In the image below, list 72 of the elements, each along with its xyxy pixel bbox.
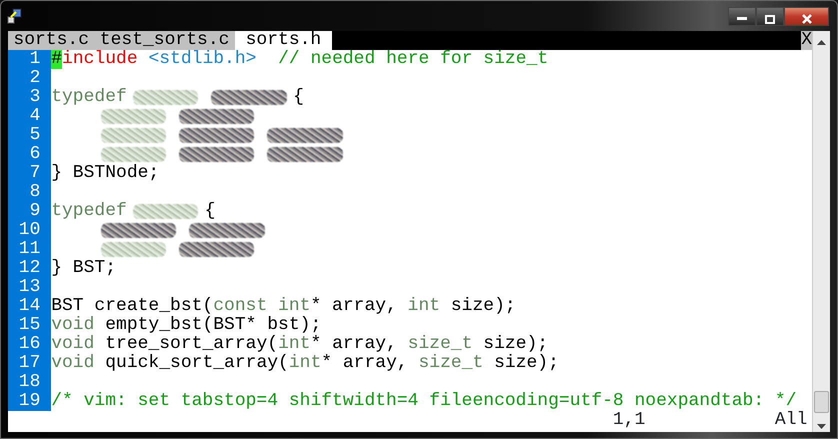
tab[interactable]: sorts.c (8, 31, 94, 50)
type-keyword: void (51, 354, 94, 373)
code-comment: /* vim: set tabstop=4 shiftwidth=4 fileencoding=utf-8 noexpandtab: */ (51, 392, 797, 411)
line-number: 15 (8, 316, 52, 335)
line-number: 18 (8, 373, 52, 392)
tab[interactable]: sorts.h (234, 31, 332, 50)
redacted-text-blur (100, 109, 166, 124)
code-text: empty_bst(BST* bst); (104, 316, 322, 335)
type-keyword: void (51, 316, 94, 335)
code-text: } BST; (51, 259, 116, 278)
code-text: quick_sort_array( (104, 354, 289, 373)
code-text: size); (493, 354, 559, 373)
line-number: 12 (8, 259, 52, 278)
close-button[interactable] (784, 6, 829, 26)
code-text: size); (482, 335, 548, 354)
scrollbar[interactable] (812, 31, 830, 432)
line-number: 5 (8, 126, 52, 145)
scroll-thumb[interactable] (814, 391, 829, 413)
code-text: * array, (310, 335, 398, 354)
down-arrow-icon (817, 424, 826, 430)
type-keyword: size_t (408, 335, 472, 354)
cursor-position: 1,1 (612, 411, 646, 430)
redacted-text-blur (100, 147, 166, 162)
type-keyword: void (51, 335, 94, 354)
code-text: } BSTNode; (51, 164, 160, 183)
redacted-text-blur (133, 204, 198, 219)
redacted-text-blur (100, 242, 166, 257)
line-number: 6 (8, 145, 52, 164)
maximize-icon (765, 14, 775, 24)
app-icon[interactable] (7, 8, 23, 24)
line-number: 14 (8, 297, 52, 316)
tab[interactable]: test_sorts.c (94, 31, 235, 50)
line-number: 10 (8, 221, 52, 240)
line-number: 19 (8, 392, 52, 411)
line-number: 3 (8, 88, 52, 107)
maximize-button[interactable] (756, 6, 784, 26)
line-number: 16 (8, 335, 52, 354)
close-tab-button[interactable]: X (801, 31, 812, 50)
code-text: BST create_bst( (51, 297, 214, 316)
type-keyword: int (278, 335, 310, 354)
type-keyword: int (288, 354, 322, 373)
cursor-character: # (51, 50, 62, 69)
line-number: 9 (8, 202, 52, 221)
code-text: { (204, 202, 216, 221)
scroll-position: All (774, 411, 808, 430)
line-number: 13 (8, 278, 52, 297)
close-icon (800, 14, 812, 24)
line-number: 2 (8, 69, 52, 88)
minimize-icon (737, 17, 747, 22)
type-keyword: size_t (418, 354, 484, 373)
line-number: 4 (8, 107, 52, 126)
code-text: tree_sort_array( (104, 335, 278, 354)
type-keyword: int (408, 297, 440, 316)
type-keyword: const int (213, 297, 310, 316)
type-keyword: typedef (51, 202, 127, 221)
up-arrow-icon (817, 40, 826, 46)
code-text: * array, (321, 354, 409, 373)
code-text: * array, (310, 297, 398, 316)
type-keyword: typedef (51, 88, 127, 107)
preprocessor-keyword: include (62, 50, 138, 69)
redacted-text-blur (100, 128, 166, 143)
redacted-text-blur (133, 90, 198, 105)
code-comment: // needed here for size_t (277, 50, 548, 69)
code-text: size); (450, 297, 516, 316)
line-number: 8 (8, 183, 52, 202)
line-number: 1 (8, 50, 52, 69)
header-name: <stdlib.h> (147, 50, 256, 69)
line-number: 7 (8, 164, 52, 183)
minimize-button[interactable] (728, 6, 756, 26)
line-number: 11 (8, 240, 52, 259)
line-number: 17 (8, 354, 52, 373)
code-text: { (293, 88, 304, 107)
